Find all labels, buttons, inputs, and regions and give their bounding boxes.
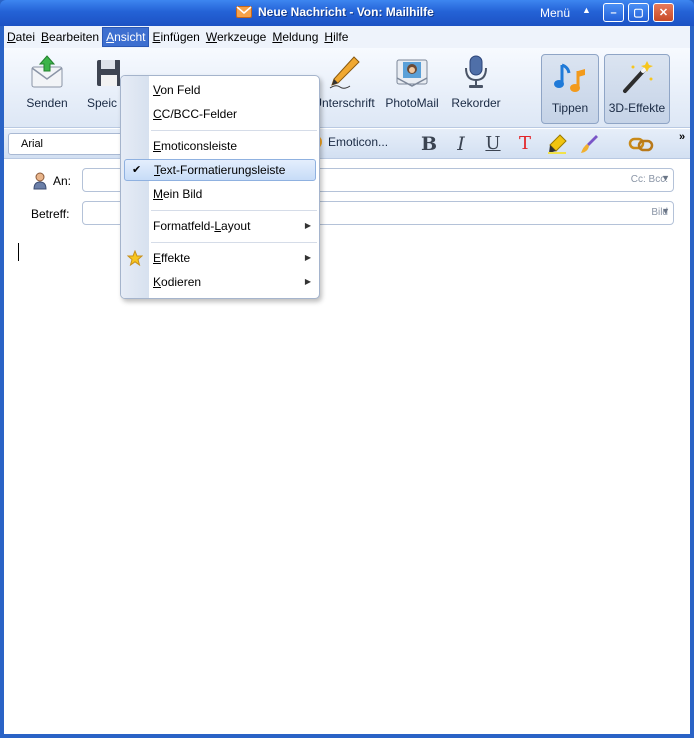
recorder-label: Rekorder [451, 96, 501, 110]
menu-separator [151, 210, 317, 211]
menu-separator [151, 130, 317, 131]
subject-field-row: Betreff: Bild ▼ [4, 201, 690, 227]
3d-effects-label: 3D-Effekte [608, 101, 666, 115]
envelope-icon [236, 6, 252, 18]
music-notes-icon [554, 63, 585, 92]
chain-link-icon [628, 137, 654, 152]
link-button[interactable] [628, 133, 654, 155]
menu-item-kodieren[interactable]: Kodieren ▶ [121, 271, 319, 293]
menu-item-mein-bild[interactable]: Mein Bild [121, 183, 319, 205]
send-label: Senden [26, 96, 68, 110]
contact-person-icon[interactable] [33, 172, 47, 190]
window-menu-button[interactable]: Menü [540, 6, 570, 20]
formatting-toolbar: Arial Emoticon... B I U T » [4, 129, 690, 159]
submenu-arrow-icon: ▶ [304, 253, 311, 262]
menu-item-cc-bcc-felder[interactable]: CC/BCC-Felder [121, 103, 319, 125]
photo-envelope-icon [396, 59, 428, 87]
menu-datei[interactable]: Datei [4, 27, 38, 47]
recorder-button[interactable]: Rekorder [448, 54, 504, 120]
menu-ansicht[interactable]: Ansicht [102, 27, 150, 47]
window-title: Neue Nachricht - Von: Mailhilfe [258, 5, 434, 19]
floppy-disk-icon [97, 60, 120, 86]
chevron-down-icon[interactable]: ▼ [661, 206, 670, 216]
maximize-button[interactable]: ▢ [628, 3, 649, 22]
paint-brush-icon [581, 135, 598, 153]
checkmark-icon: ✔ [132, 164, 142, 176]
underline-button[interactable]: U [482, 133, 504, 155]
menu-separator [151, 242, 317, 243]
3d-effects-toggle-button[interactable]: 3D-Effekte [604, 54, 670, 124]
photomail-label: PhotoMail [385, 96, 439, 110]
ansicht-dropdown-menu: Von Feld CC/BCC-Felder Emoticonsleiste ✔… [120, 75, 320, 299]
toolbar-overflow-chevron-icon[interactable]: » [679, 131, 685, 143]
microphone-icon [465, 55, 487, 88]
menu-item-formatfeld-layout[interactable]: Formatfeld-Layout ▶ [121, 215, 319, 237]
client-area: Datei Bearbeiten Ansicht Einfügen Werkze… [4, 26, 690, 734]
to-field-row: An: Cc: Bcc: ▼ [4, 168, 690, 194]
menu-item-effekte[interactable]: Effekte ▶ [121, 247, 319, 269]
text-color-button[interactable]: T [514, 133, 536, 155]
minimize-button[interactable]: – [603, 3, 624, 22]
tips-toggle-button[interactable]: Tippen [541, 54, 599, 124]
font-family-select[interactable]: Arial [8, 133, 128, 155]
text-caret [18, 243, 19, 261]
photomail-button[interactable]: PhotoMail [384, 54, 440, 120]
italic-button[interactable]: I [450, 133, 472, 155]
highlighter-button[interactable] [546, 133, 568, 155]
chevron-down-icon[interactable]: ▼ [661, 173, 670, 183]
menu-item-emoticonsleiste[interactable]: Emoticonsleiste [121, 135, 319, 157]
submenu-arrow-icon: ▶ [304, 221, 311, 230]
menu-item-von-feld[interactable]: Von Feld [121, 79, 319, 101]
bold-button[interactable]: B [418, 133, 440, 155]
menu-meldung[interactable]: Meldung [269, 27, 321, 47]
tips-label: Tippen [551, 101, 589, 115]
title-bar[interactable]: Neue Nachricht - Von: Mailhilfe Menü ▲ –… [0, 0, 694, 26]
main-toolbar: Senden Speic Unterschrift PhotoMail Reko… [4, 48, 690, 128]
send-button[interactable]: Senden [22, 54, 72, 120]
highlighter-icon [548, 134, 567, 154]
menu-bar: Datei Bearbeiten Ansicht Einfügen Werkze… [4, 26, 690, 48]
menu-item-text-formatierungsleiste[interactable]: ✔ Text-Formatierungsleiste [124, 159, 316, 181]
message-body-editor[interactable] [4, 228, 690, 734]
subject-label: Betreff: [31, 207, 70, 221]
caret-up-icon[interactable]: ▲ [582, 5, 591, 15]
menu-einfuegen[interactable]: Einfügen [149, 27, 202, 47]
format-brush-button[interactable] [578, 133, 600, 155]
signature-label: Unterschrift [313, 96, 375, 110]
star-icon [127, 250, 143, 266]
signature-button[interactable]: Unterschrift [312, 54, 376, 120]
save-button[interactable]: Speic [82, 54, 122, 120]
emoticon-button[interactable]: Emoticon... [308, 135, 388, 155]
menu-hilfe[interactable]: Hilfe [321, 27, 351, 47]
pen-icon [329, 56, 360, 89]
menu-werkzeuge[interactable]: Werkzeuge [203, 27, 269, 47]
magic-wand-icon [623, 61, 653, 93]
to-label: An: [53, 174, 72, 188]
close-button[interactable]: ✕ [653, 3, 674, 22]
save-label: Speic [86, 96, 118, 110]
app-window: Neue Nachricht - Von: Mailhilfe Menü ▲ –… [0, 0, 694, 738]
submenu-arrow-icon: ▶ [304, 277, 311, 286]
send-envelope-icon [31, 55, 63, 88]
menu-bearbeiten[interactable]: Bearbeiten [38, 27, 102, 47]
